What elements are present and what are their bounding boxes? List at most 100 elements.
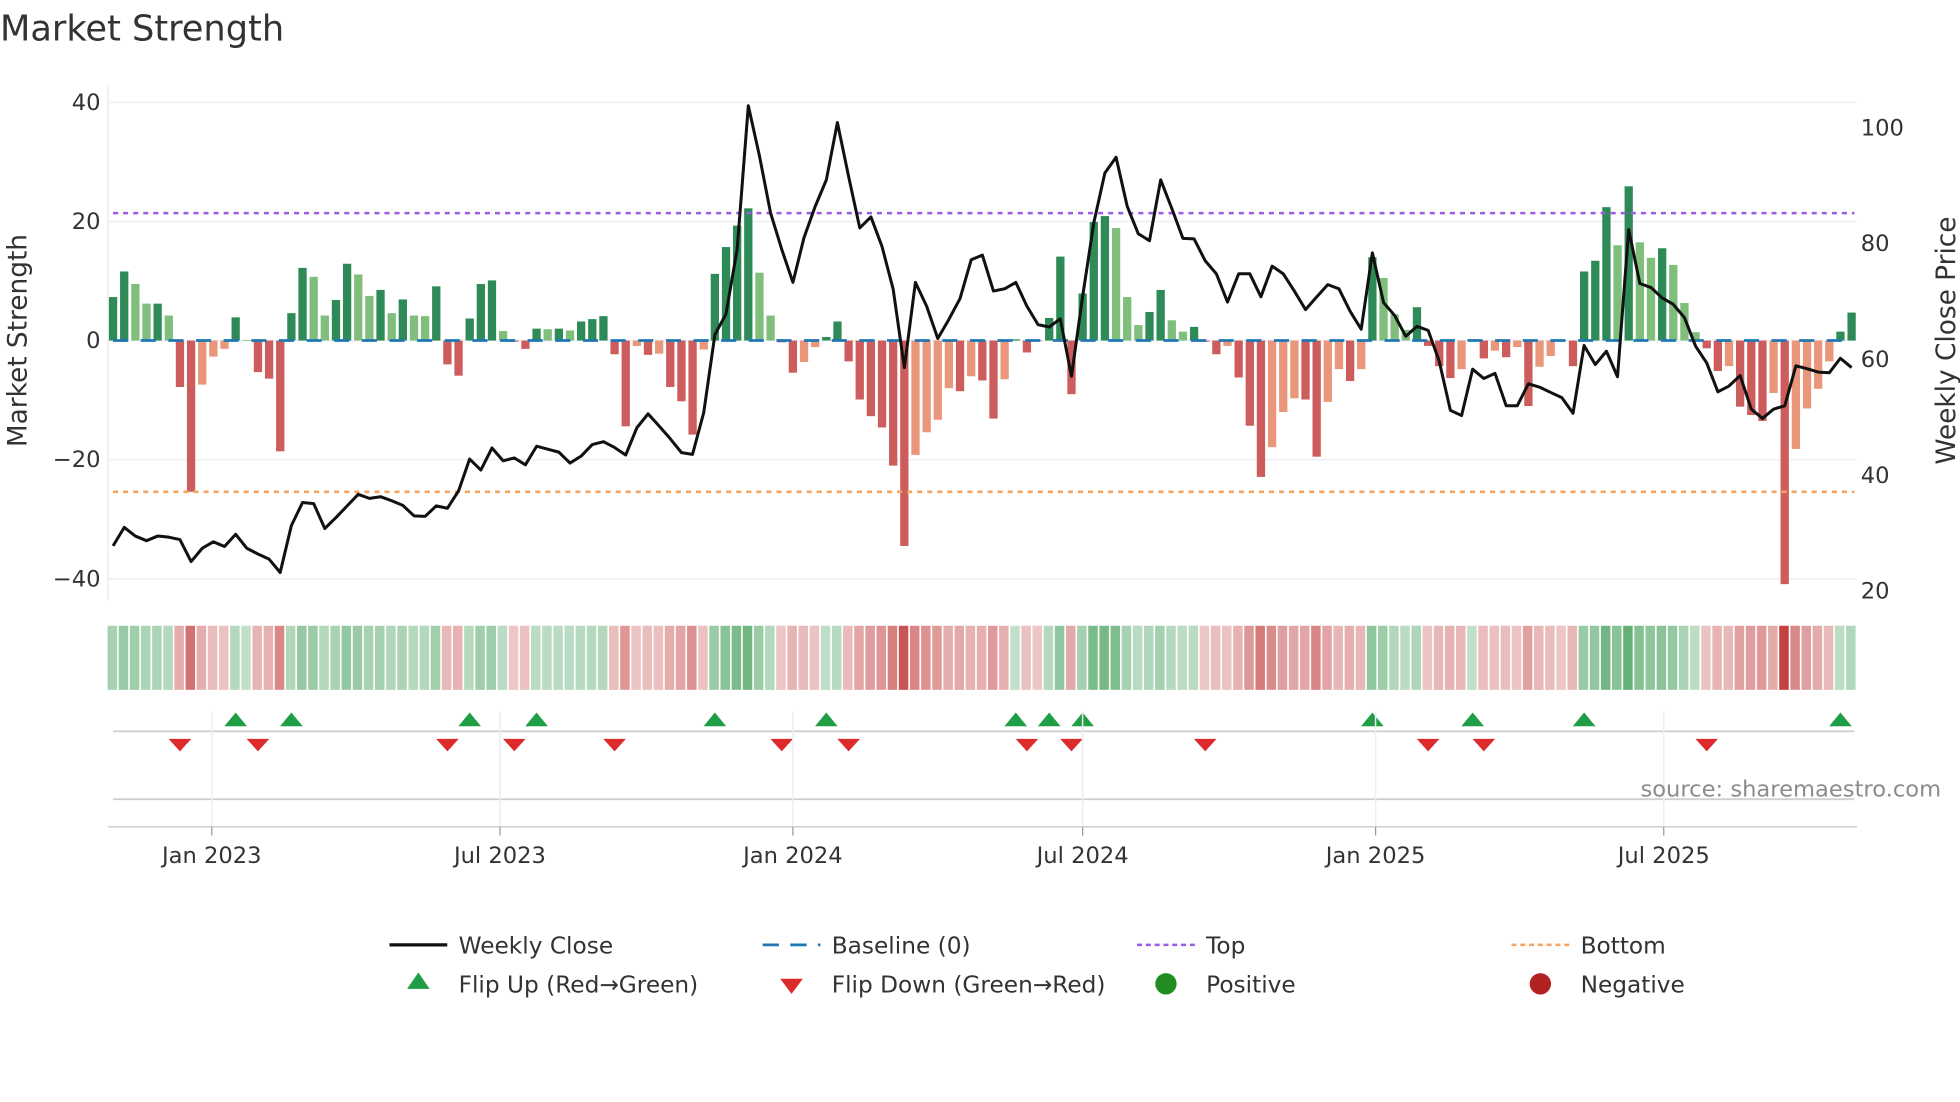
heat-cell [1366,625,1377,690]
heat-cell [218,625,229,690]
heat-cell [921,625,931,690]
heat-cell [1077,625,1087,690]
strength-bar [1635,242,1645,341]
strength-bar [1234,340,1243,378]
heat-cell [1411,625,1421,690]
heat-cell [720,625,730,690]
strength-bar [108,297,118,341]
strength-bar [643,340,653,355]
heat-cell [709,625,719,690]
strength-bar [264,340,274,379]
flip-down-marker [1472,738,1496,752]
heat-cell [163,625,173,690]
heat-cell [330,625,340,690]
heat-cell [1199,625,1210,690]
x-tick-label: Jan 2023 [160,843,262,869]
strength-bar [331,300,341,341]
strength-bar [1156,289,1165,341]
x-tick-label: Jul 2023 [452,843,546,869]
triangle-up-icon [407,972,430,989]
x-tick-label: Jul 2024 [1035,843,1129,869]
legend-item: Flip Up (Red→Green) [407,972,698,999]
heat-cell [1545,625,1555,690]
heat-cell [1723,625,1733,690]
heat-cell [1690,625,1700,690]
strength-bar [1546,340,1555,357]
market-strength-chart: Market Strength 40200−20−40 10080604020 … [0,8,1960,999]
strength-bar [409,315,419,341]
heat-cell [1489,625,1499,690]
heat-cell [308,625,318,690]
circle-icon [1155,973,1177,995]
strength-bar [1256,340,1266,477]
strength-bar [164,315,173,341]
heat-cell [909,625,920,690]
right-tick-label: 20 [1861,579,1890,605]
strength-bar [142,303,151,341]
strength-bars [108,186,1856,585]
heat-cell [843,625,853,690]
heat-cell [1612,625,1622,690]
strength-bar [666,340,675,388]
heat-cell [1712,625,1722,690]
strength-bar [933,340,942,420]
heat-cell [987,625,998,690]
strength-bar [655,340,664,354]
strength-bar [1780,340,1789,585]
heat-cell [1132,625,1143,690]
heat-cell [1288,625,1299,690]
legend-item: Negative [1529,972,1685,999]
heat-cell [174,625,184,690]
flip-down-marker [502,738,526,752]
flip-marker-panel [108,712,1857,828]
strength-bar [1111,227,1121,341]
strength-bar [298,267,307,341]
heat-cell [1567,625,1577,690]
strength-bar [1825,340,1834,362]
heat-cell [1667,625,1678,690]
strength-bar [889,340,898,466]
strength-bar [320,315,329,341]
heat-cell [1233,625,1243,690]
triangle-down-icon [780,978,803,994]
heat-cell [1166,625,1176,690]
heat-cell [586,625,597,690]
heat-cell [118,625,129,690]
heat-cell [1043,625,1054,690]
x-tick-label: Jan 2024 [741,843,843,869]
strength-bar [1513,340,1522,348]
legend-item: Weekly Close [389,933,613,960]
strength-bar [866,340,876,417]
strength-bar [788,340,798,373]
heat-cell [1155,625,1165,690]
strength-bar [454,340,463,376]
strength-bar [175,340,185,388]
flip-down-marker [168,738,192,752]
flip-up-marker [1037,712,1061,727]
strength-bar [1847,312,1856,341]
strength-bar [755,272,764,341]
heat-cell [965,625,976,690]
strength-bar [1123,297,1132,341]
heat-cell [441,625,452,690]
strength-bar [688,340,697,435]
strength-bar [677,340,686,402]
flip-up-marker [458,712,482,727]
circle-icon [1529,973,1552,995]
legend-item: Flip Down (Green→Red) [780,972,1105,999]
legend-label: Positive [1206,972,1296,999]
heat-cell [776,625,786,690]
strength-bar [610,340,619,355]
strength-bar [1758,340,1767,421]
strength-bar [1045,317,1054,341]
heat-cell [687,625,697,690]
strength-bar [1702,340,1711,349]
heat-cell [731,625,742,690]
heat-cell [1578,625,1589,690]
heat-cell [620,625,630,690]
strength-bar [1490,340,1500,351]
strength-bar [376,289,385,341]
heat-cell [1266,625,1277,690]
strength-bar [1479,340,1488,359]
flip-down-marker [1695,738,1719,752]
